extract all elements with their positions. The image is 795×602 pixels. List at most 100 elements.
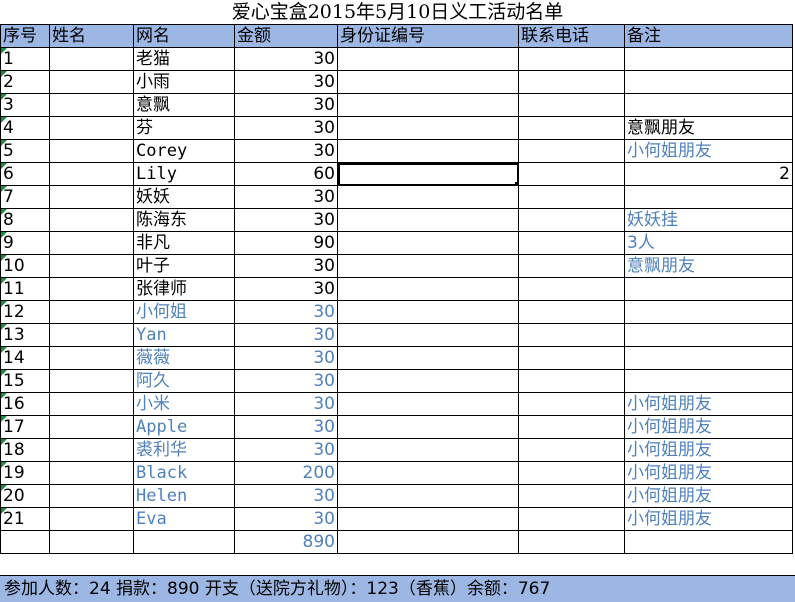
cell-name[interactable] [49,162,134,186]
cell-phone[interactable] [518,185,625,209]
cell-id-number[interactable] [337,70,519,94]
cell-amount[interactable]: 30 [234,484,338,508]
cell-nickname[interactable]: Helen [133,484,235,508]
cell-note[interactable]: 意飘朋友 [624,116,793,140]
cell-name[interactable] [49,231,134,255]
cell-phone[interactable] [518,231,625,255]
cell-nickname[interactable]: 意飘 [133,93,235,117]
cell-amount[interactable]: 30 [234,438,338,462]
cell-no[interactable]: 4 [0,116,50,140]
cell-phone[interactable] [518,507,625,531]
cell-id-number[interactable] [337,185,519,209]
cell-nickname[interactable]: Eva [133,507,235,531]
cell-amount[interactable]: 30 [234,392,338,416]
cell-phone[interactable] [518,461,625,485]
cell-phone[interactable] [518,323,625,347]
cell-id-number[interactable] [337,277,519,301]
cell-name[interactable] [49,300,134,324]
cell-no[interactable]: 3 [0,93,50,117]
cell-no[interactable]: 8 [0,208,50,232]
cell-name[interactable] [49,116,134,140]
cell-no[interactable]: 6 [0,162,50,186]
cell-nickname[interactable]: Black [133,461,235,485]
cell-note[interactable]: 3人 [624,231,793,255]
cell-id-number[interactable] [337,208,519,232]
cell-amount[interactable]: 30 [234,415,338,439]
cell-no[interactable]: 11 [0,277,50,301]
cell-phone[interactable] [518,300,625,324]
cell-name[interactable] [49,208,134,232]
cell-nickname[interactable]: 薇薇 [133,346,235,370]
cell-note[interactable]: 小何姐朋友 [624,392,793,416]
cell-amount[interactable]: 60 [234,162,338,186]
cell-note[interactable] [624,369,793,393]
cell-name[interactable] [49,70,134,94]
cell-note[interactable] [624,300,793,324]
cell-note[interactable]: 意飘朋友 [624,254,793,278]
empty-cell[interactable] [518,530,625,554]
cell-no[interactable]: 5 [0,139,50,163]
cell-amount[interactable]: 30 [234,185,338,209]
cell-note[interactable]: 2 [624,162,793,186]
cell-nickname[interactable]: 裘利华 [133,438,235,462]
cell-no[interactable]: 12 [0,300,50,324]
cell-phone[interactable] [518,162,625,186]
cell-note[interactable]: 小何姐朋友 [624,461,793,485]
cell-amount[interactable]: 30 [234,323,338,347]
cell-phone[interactable] [518,392,625,416]
cell-nickname[interactable]: Lily [133,162,235,186]
cell-nickname[interactable]: 妖妖 [133,185,235,209]
cell-id-number[interactable] [337,369,519,393]
cell-id-number[interactable] [337,484,519,508]
cell-note[interactable] [624,185,793,209]
cell-no[interactable]: 19 [0,461,50,485]
cell-name[interactable] [49,323,134,347]
cell-amount[interactable]: 30 [234,93,338,117]
cell-no[interactable]: 9 [0,231,50,255]
cell-no[interactable]: 17 [0,415,50,439]
cell-id-number[interactable] [337,139,519,163]
cell-name[interactable] [49,415,134,439]
cell-id-number[interactable] [337,93,519,117]
cell-no[interactable]: 20 [0,484,50,508]
cell-phone[interactable] [518,70,625,94]
cell-name[interactable] [49,484,134,508]
cell-phone[interactable] [518,438,625,462]
cell-amount[interactable]: 30 [234,254,338,278]
header-cell-note[interactable]: 备注 [624,24,793,48]
cell-amount[interactable]: 30 [234,346,338,370]
cell-nickname[interactable]: 非凡 [133,231,235,255]
cell-note[interactable] [624,70,793,94]
cell-name[interactable] [49,369,134,393]
cell-id-number[interactable] [337,323,519,347]
cell-no[interactable]: 21 [0,507,50,531]
cell-no[interactable]: 10 [0,254,50,278]
cell-phone[interactable] [518,208,625,232]
cell-amount[interactable]: 30 [234,300,338,324]
empty-cell[interactable] [49,530,134,554]
cell-no[interactable]: 7 [0,185,50,209]
cell-no[interactable]: 2 [0,70,50,94]
cell-amount[interactable]: 30 [234,47,338,71]
cell-nickname[interactable]: 叶子 [133,254,235,278]
cell-phone[interactable] [518,254,625,278]
cell-no[interactable]: 14 [0,346,50,370]
header-cell-amount[interactable]: 金额 [234,24,338,48]
cell-phone[interactable] [518,277,625,301]
cell-amount[interactable]: 90 [234,231,338,255]
cell-phone[interactable] [518,116,625,140]
cell-phone[interactable] [518,484,625,508]
cell-name[interactable] [49,139,134,163]
empty-cell[interactable] [624,530,793,554]
cell-note[interactable]: 妖妖挂 [624,208,793,232]
empty-cell[interactable] [337,530,519,554]
cell-id-number[interactable] [337,461,519,485]
empty-cell[interactable] [0,530,50,554]
header-cell-nickname[interactable]: 网名 [133,24,235,48]
cell-phone[interactable] [518,346,625,370]
cell-amount[interactable]: 200 [234,461,338,485]
cell-id-number[interactable] [337,438,519,462]
cell-amount[interactable]: 30 [234,369,338,393]
cell-no[interactable]: 13 [0,323,50,347]
cell-nickname[interactable]: 陈海东 [133,208,235,232]
